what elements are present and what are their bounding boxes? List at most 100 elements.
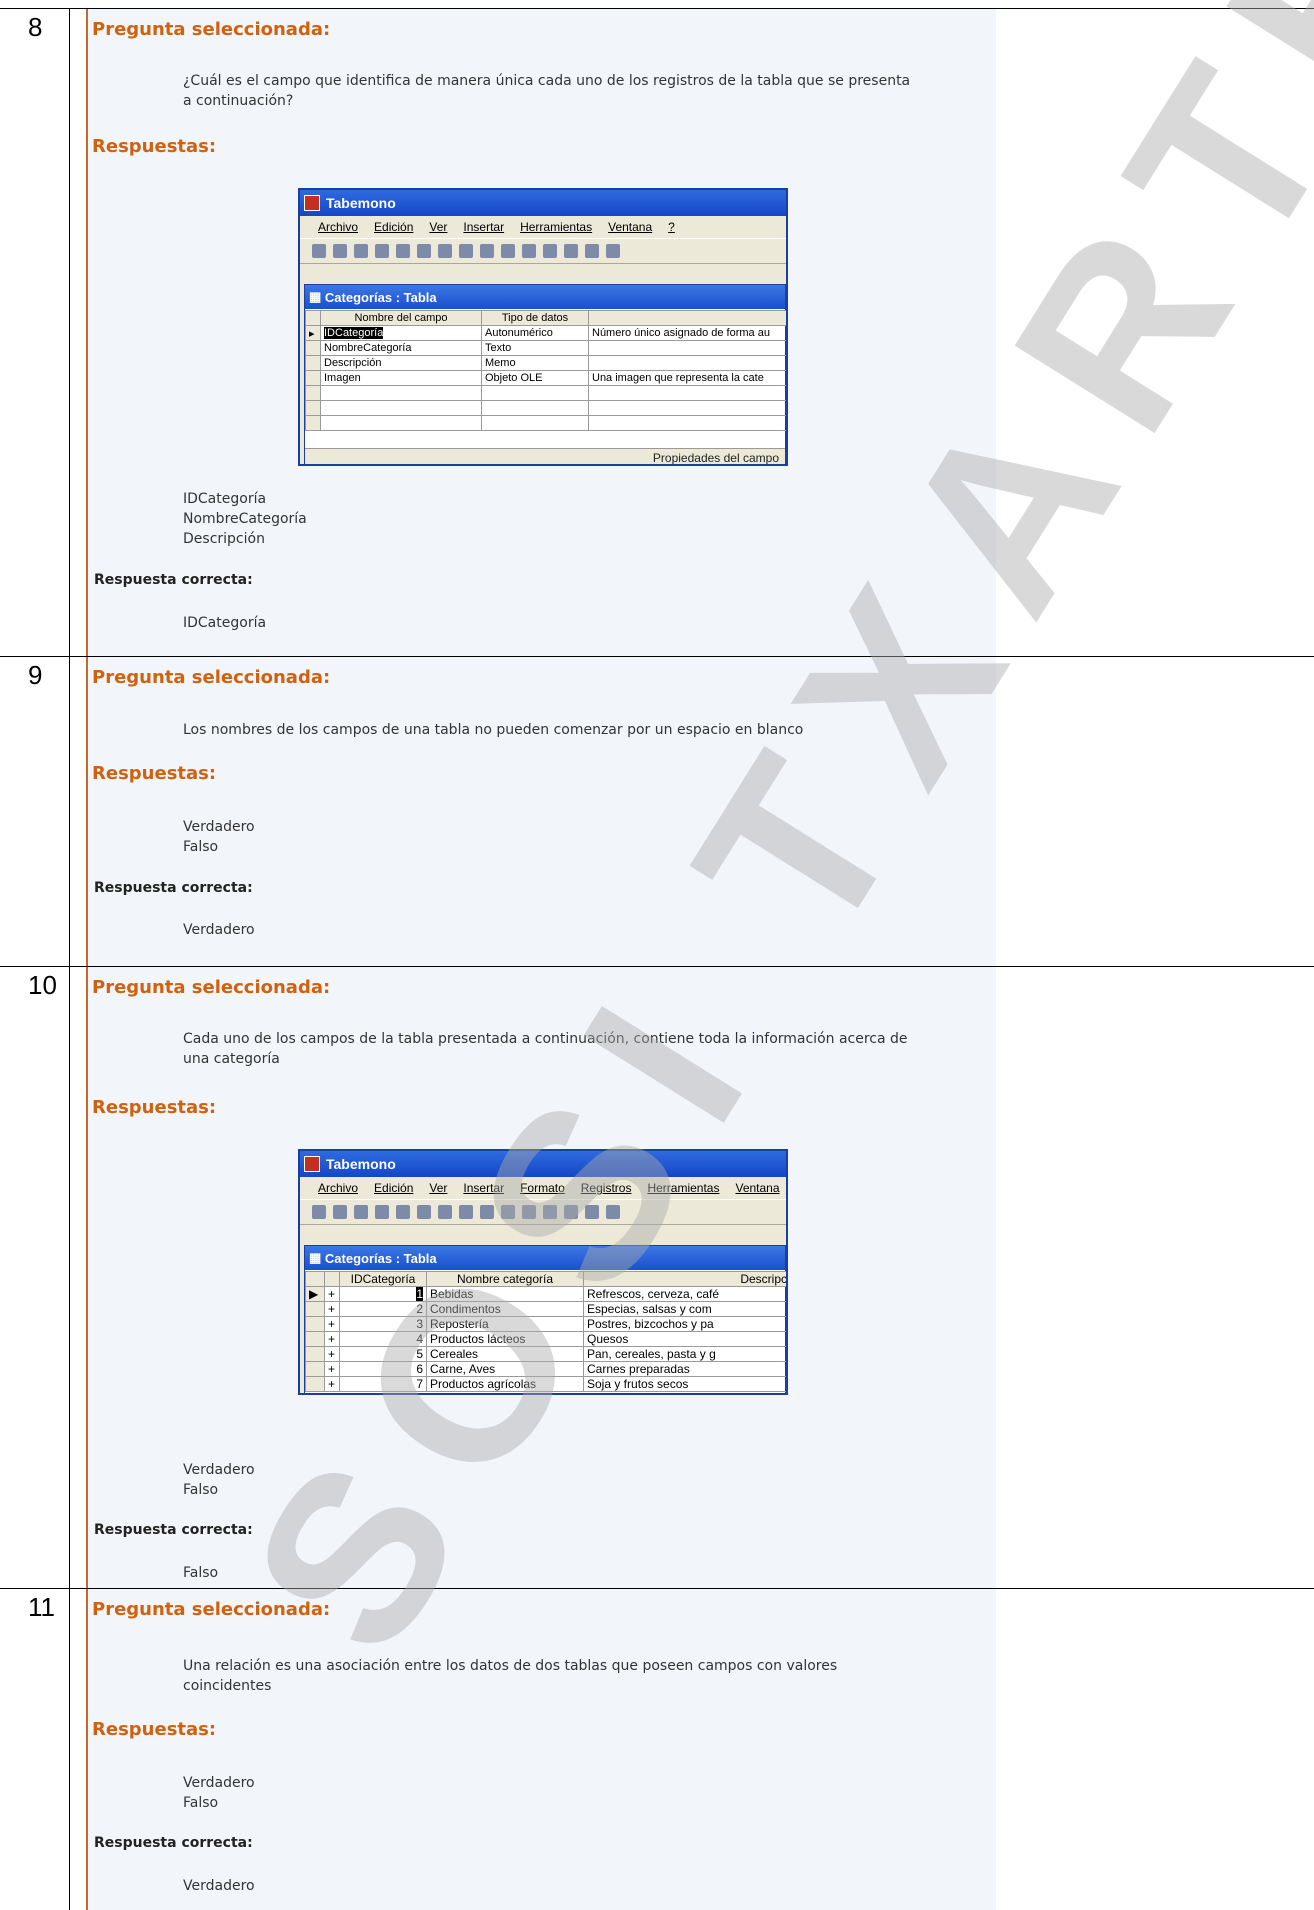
answer-option[interactable]: Verdadero	[183, 1773, 255, 1793]
save-icon[interactable]	[333, 244, 347, 258]
cut-icon[interactable]	[438, 244, 452, 258]
table-design-window: ▦ Categorías : Tabla Nombre del campo Tip…	[304, 284, 786, 464]
table-row[interactable]: +5 Cereales Pan, cereales, pasta y g	[305, 1346, 786, 1362]
table-row[interactable]: +2 Condimentos Especias, salsas y com	[305, 1301, 786, 1317]
table-row[interactable]: +6 Carne, Aves Carnes preparadas	[305, 1361, 786, 1377]
question-panel: Pregunta seleccionada: Una relación es u…	[86, 1589, 996, 1910]
answer-option[interactable]: Falso	[183, 837, 255, 857]
view-icon[interactable]	[312, 244, 326, 258]
answer-option[interactable]: Descripción	[183, 529, 307, 549]
correct-answer-label: Respuesta correcta:	[94, 880, 253, 896]
answers-header: Respuestas:	[92, 136, 217, 157]
table-row[interactable]	[305, 415, 786, 431]
table-row[interactable]: ▸ IDCategoría Autonumérico Número único asi…	[305, 325, 786, 341]
question-header: Pregunta seleccionada:	[92, 19, 331, 40]
menu-item[interactable]: ?	[668, 220, 675, 234]
menu-item[interactable]: Registros	[581, 1181, 632, 1195]
table-row[interactable]: NombreCategoría Texto	[305, 340, 786, 356]
table-row[interactable]: Imagen Objeto OLE Una imagen que represent…	[305, 370, 786, 386]
hyperlink-icon[interactable]	[522, 1205, 536, 1219]
answer-options: IDCategoría NombreCategoría Descripción	[183, 489, 307, 549]
menu-item[interactable]: Ventana	[735, 1181, 779, 1195]
question-text: ¿Cuál es el campo que identifica de mane…	[183, 73, 911, 109]
cut-icon[interactable]	[438, 1205, 452, 1219]
menu-item[interactable]: Ver	[429, 220, 447, 234]
question-text: Los nombres de los campos de una tabla n…	[183, 722, 804, 738]
correct-answer: Verdadero	[183, 1878, 255, 1894]
preview-icon[interactable]	[396, 244, 410, 258]
question-panel: Pregunta seleccionada: ¿Cuál es el campo…	[86, 9, 996, 656]
builder-icon[interactable]	[564, 244, 578, 258]
design-view-icon[interactable]	[312, 1205, 326, 1219]
answer-option[interactable]: IDCategoría	[183, 489, 307, 509]
table-row[interactable]: +3 Repostería Postres, bizcochos y pa	[305, 1316, 786, 1332]
question-number: 10	[28, 970, 57, 1000]
correct-answer: Falso	[183, 1565, 219, 1581]
question-number: 11	[28, 1592, 55, 1622]
menu-item[interactable]: Insertar	[463, 1181, 504, 1195]
question-panel: Pregunta seleccionada: Los nombres de lo…	[86, 657, 996, 966]
answer-option[interactable]: NombreCategoría	[183, 509, 307, 529]
table-row[interactable]: +4 Productos lácteos Quesos	[305, 1331, 786, 1347]
table-row[interactable]: Descripción Memo	[305, 355, 786, 371]
print-icon[interactable]	[375, 244, 389, 258]
save-icon[interactable]	[333, 1205, 347, 1219]
search-icon[interactable]	[354, 244, 368, 258]
menu-item[interactable]: Formato	[520, 1181, 565, 1195]
sort-asc-icon[interactable]	[543, 1205, 557, 1219]
question-text: Una relación es una asociación entre los…	[183, 1658, 838, 1694]
copy-icon[interactable]	[459, 244, 473, 258]
apply-filter-icon[interactable]	[606, 1205, 620, 1219]
undo-icon[interactable]	[501, 244, 515, 258]
answers-header: Respuestas:	[92, 1097, 217, 1118]
datasheet-grid: IDCategoría Nombre categoría Descripc ▶ +1 B…	[305, 1271, 786, 1392]
menu-item[interactable]: Edición	[374, 220, 413, 234]
menu-item[interactable]: Herramientas	[647, 1181, 719, 1195]
copy-icon[interactable]	[459, 1205, 473, 1219]
key-icon[interactable]	[543, 244, 557, 258]
table-row[interactable]	[305, 385, 786, 401]
menu-item[interactable]: Edición	[374, 1181, 413, 1195]
spell-icon[interactable]	[417, 1205, 431, 1219]
table-row[interactable]: ▶ +1 Bebidas Refrescos, cerveza, café	[305, 1286, 786, 1302]
table-icon: ▦	[309, 1250, 325, 1265]
datasheet-window: ▦ Categorías : Tabla IDCategoría Nombre c…	[304, 1245, 786, 1393]
answer-option[interactable]: Falso	[183, 1793, 255, 1813]
menu-item[interactable]: Insertar	[463, 220, 504, 234]
redo-icon[interactable]	[522, 244, 536, 258]
subwindow-titlebar: ▦ Categorías : Tabla	[305, 1246, 785, 1270]
menu-bar: Archivo Edición Ver Insertar Herramienta…	[300, 216, 786, 238]
menu-item[interactable]: Archivo	[318, 220, 358, 234]
answer-options: Verdadero Falso	[183, 1460, 255, 1500]
access-app-icon	[304, 1156, 320, 1172]
paste-icon[interactable]	[480, 1205, 494, 1219]
answers-header: Respuestas:	[92, 1719, 217, 1740]
undo-icon[interactable]	[501, 1205, 515, 1219]
insert-row-icon[interactable]	[585, 244, 599, 258]
answer-option[interactable]: Verdadero	[183, 1460, 255, 1480]
delete-row-icon[interactable]	[606, 244, 620, 258]
correct-answer-label: Respuesta correcta:	[94, 1835, 253, 1851]
menu-item[interactable]: Archivo	[318, 1181, 358, 1195]
table-row[interactable]	[305, 400, 786, 416]
table-row[interactable]: +7 Productos agrícolas Soja y frutos secos	[305, 1376, 786, 1392]
filter-icon[interactable]	[585, 1205, 599, 1219]
column-divider	[69, 8, 70, 1910]
answer-option[interactable]: Verdadero	[183, 817, 255, 837]
correct-answer: Verdadero	[183, 922, 255, 938]
menu-item[interactable]: Ver	[429, 1181, 447, 1195]
answer-option[interactable]: Falso	[183, 1480, 255, 1500]
toolbar	[300, 238, 786, 264]
menu-item[interactable]: Herramientas	[520, 220, 592, 234]
spell-icon[interactable]	[417, 244, 431, 258]
sort-desc-icon[interactable]	[564, 1205, 578, 1219]
search-icon[interactable]	[354, 1205, 368, 1219]
answers-header: Respuestas:	[92, 763, 217, 784]
print-icon[interactable]	[375, 1205, 389, 1219]
question-header: Pregunta seleccionada:	[92, 1599, 331, 1620]
paste-icon[interactable]	[480, 244, 494, 258]
question-number: 8	[28, 12, 43, 42]
table-icon: ▦	[309, 289, 325, 304]
menu-item[interactable]: Ventana	[608, 220, 652, 234]
preview-icon[interactable]	[396, 1205, 410, 1219]
